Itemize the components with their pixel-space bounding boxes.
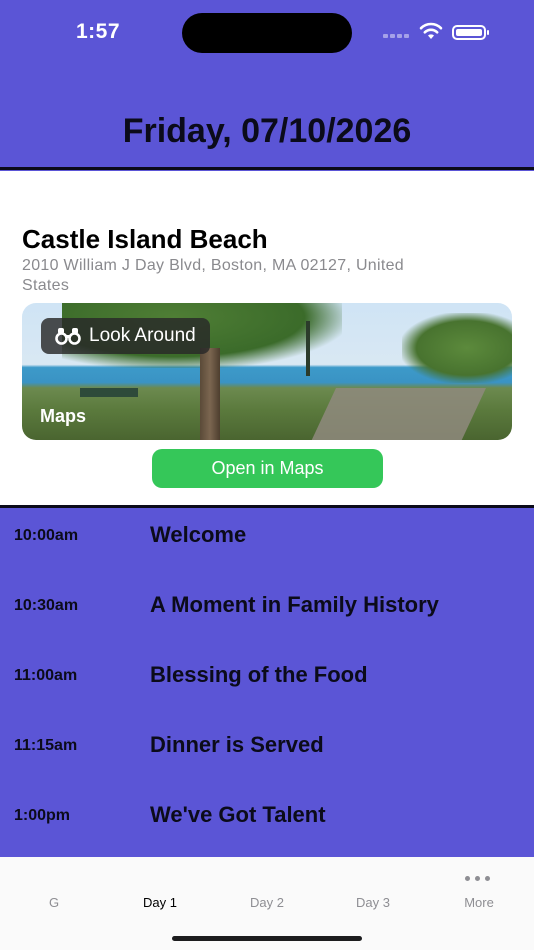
scene-lamp	[306, 321, 310, 376]
event-time: 10:00am	[14, 527, 79, 544]
event-title: A Moment in Family History	[150, 592, 439, 617]
list-item[interactable]: 1:00pm We've Got Talent	[0, 789, 534, 859]
list-item[interactable]: 11:15am Dinner is Served	[0, 719, 534, 789]
event-title: We've Got Talent	[150, 802, 326, 827]
battery-icon	[452, 25, 489, 40]
tab-bar: G Day 1 Day 2 Day 3 More	[0, 857, 534, 950]
event-title: Welcome	[150, 522, 247, 547]
scene-tree	[402, 313, 512, 383]
wifi-icon	[419, 22, 443, 39]
divider	[0, 167, 534, 170]
scene-path	[308, 388, 486, 440]
scene-bench	[80, 388, 138, 397]
binoculars-icon	[55, 328, 81, 345]
status-time: 1:57	[76, 20, 121, 43]
tab-day-1[interactable]: Day 1	[120, 895, 200, 910]
location-card: Castle Island Beach 2010 William J Day B…	[0, 171, 534, 506]
event-time: 1:00pm	[14, 807, 71, 824]
look-around-label: Look Around	[89, 325, 196, 346]
open-in-maps-button[interactable]: Open in Maps	[152, 449, 383, 488]
maps-logo: Maps	[40, 406, 86, 427]
event-time: 11:00am	[14, 667, 78, 684]
event-time: 10:30am	[14, 597, 79, 614]
event-time: 11:15am	[14, 737, 78, 754]
more-icon[interactable]	[465, 876, 490, 881]
place-address: 2010 William J Day Blvd, Boston, MA 0212…	[22, 257, 404, 294]
list-item[interactable]: 11:00am Blessing of the Food	[0, 649, 534, 719]
event-title: Blessing of the Food	[150, 662, 368, 687]
tab-more[interactable]: More	[439, 895, 519, 910]
scene-trunk	[200, 348, 220, 440]
place-name: Castle Island Beach	[22, 224, 268, 254]
tab-day-2[interactable]: Day 2	[227, 895, 307, 910]
tab-g[interactable]: G	[14, 895, 94, 910]
status-bar: 1:57	[0, 0, 534, 64]
dynamic-island	[182, 13, 352, 53]
tab-day-3[interactable]: Day 3	[333, 895, 413, 910]
divider	[0, 505, 534, 508]
list-item[interactable]: 10:00am Welcome	[0, 509, 534, 579]
event-title: Dinner is Served	[150, 732, 324, 757]
list-item[interactable]: 10:30am A Moment in Family History	[0, 579, 534, 649]
look-around-button[interactable]: Look Around	[41, 318, 210, 354]
page-title: Friday, 07/10/2026	[122, 112, 412, 150]
home-indicator	[172, 936, 362, 941]
maps-label: Maps	[40, 406, 87, 426]
cellular-signal-icon	[383, 34, 411, 40]
look-around-preview[interactable]: Look Around Maps	[22, 303, 512, 440]
